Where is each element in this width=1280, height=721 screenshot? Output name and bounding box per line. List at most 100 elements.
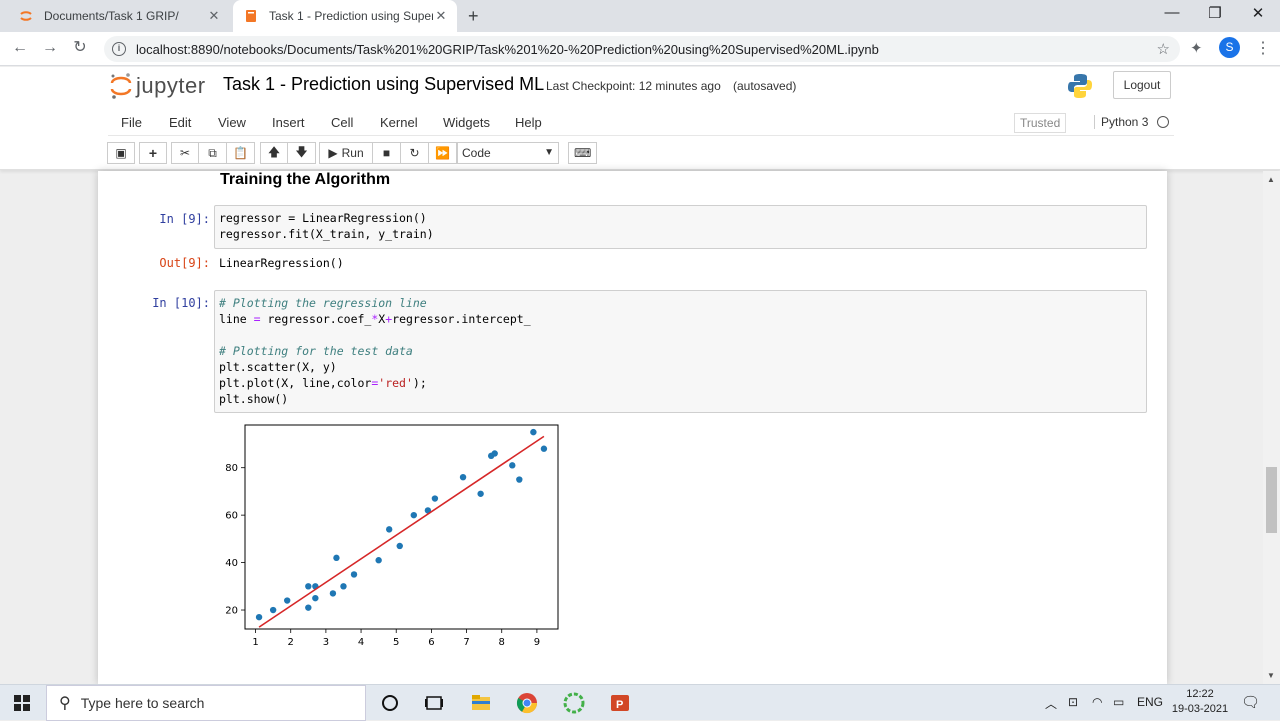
extensions-puzzle-icon[interactable]: ✦ (1190, 39, 1203, 57)
menu-kernel[interactable]: Kernel (380, 115, 418, 130)
forward-icon[interactable]: → (40, 38, 60, 58)
menu-widgets[interactable]: Widgets (443, 115, 490, 130)
taskbar-clock[interactable]: 12:22 19-03-2021 (1170, 687, 1230, 717)
powerpoint-icon[interactable]: P (608, 691, 632, 715)
tab-title: Task 1 - Prediction using Supervi (269, 9, 433, 23)
anaconda-icon[interactable] (562, 691, 586, 715)
scatter-point (509, 462, 516, 469)
menu-file[interactable]: File (121, 115, 142, 130)
x-tick-label: 6 (428, 637, 434, 648)
task-view-icon[interactable] (422, 691, 446, 715)
paste-icon[interactable]: 📋 (227, 142, 255, 164)
plot-axes-frame (244, 424, 559, 630)
scatter-point (375, 557, 382, 564)
x-tick-label: 7 (463, 637, 469, 648)
copy-icon[interactable]: ⧉ (199, 142, 227, 164)
jupyter-logo[interactable]: jupyter (110, 72, 206, 100)
cell10-input[interactable]: # Plotting the regression line line = re… (214, 290, 1147, 413)
scatter-point (340, 583, 347, 590)
tray-device-icon[interactable]: ⊡ (1068, 695, 1078, 709)
menu-help[interactable]: Help (515, 115, 542, 130)
search-placeholder: Type here to search (80, 695, 205, 711)
menu-edit[interactable]: Edit (169, 115, 191, 130)
menu-view[interactable]: View (218, 115, 246, 130)
command-palette-icon[interactable]: ⌨ (568, 142, 598, 164)
cortana-icon[interactable] (378, 691, 402, 715)
markdown-heading: Training the Algorithm (220, 171, 391, 188)
scatter-point (477, 490, 484, 497)
restart-run-all-icon[interactable]: ⏩ (429, 142, 457, 164)
taskbar-search-input[interactable]: ⚲ Type here to search (46, 685, 366, 721)
edit-group: ✂ ⧉ 📋 (171, 142, 255, 164)
restore-icon[interactable]: ❐ (1203, 4, 1227, 22)
code-line: regressor = LinearRegression() (219, 211, 427, 225)
scatter-point (410, 511, 418, 519)
scrollbar-thumb[interactable] (1266, 467, 1277, 533)
scatter-point (385, 526, 393, 533)
scroll-up-icon[interactable]: ▲ (1267, 175, 1275, 184)
chrome-icon[interactable] (515, 691, 539, 715)
cell-type-select[interactable]: Code ▼ (457, 142, 559, 164)
input-language[interactable]: ENG (1137, 695, 1163, 709)
reload-icon[interactable]: ↻ (70, 38, 90, 58)
scatter-point (269, 606, 277, 614)
x-tick-label: 8 (499, 637, 505, 648)
bookmark-star-icon[interactable]: ☆ (1157, 40, 1170, 58)
vertical-scrollbar[interactable]: ▲ ▼ (1263, 171, 1280, 684)
notebook-title[interactable]: Task 1 - Prediction using Supervised ML (223, 74, 544, 95)
run-button[interactable]: ▶ Run (319, 142, 373, 164)
scatter-point (530, 428, 537, 436)
cell9-out-prompt: Out[9]: (159, 256, 210, 270)
windows-start-icon[interactable] (14, 695, 30, 711)
regression-plot: 1 2 3 4 5 6 7 8 9 20 40 60 80 (225, 424, 559, 648)
tab-documents[interactable]: Documents/Task 1 GRIP/ ✕ (8, 0, 230, 32)
scroll-down-icon[interactable]: ▼ (1267, 671, 1275, 680)
notifications-icon[interactable]: 🗨 (1241, 693, 1260, 711)
tray-chevron-up-icon[interactable]: ︿ (1045, 695, 1057, 712)
jupyter-wordmark: jupyter (136, 73, 206, 98)
back-icon[interactable]: ← (10, 38, 30, 58)
restart-icon[interactable]: ↻ (401, 142, 429, 164)
interrupt-icon[interactable]: ■ (373, 142, 401, 164)
jupyter-menubar: File Edit View Insert Cell Kernel Widget… (108, 110, 1174, 136)
cell-type-value: Code (462, 146, 491, 160)
profile-avatar[interactable]: S (1219, 37, 1240, 58)
cut-icon[interactable]: ✂ (171, 142, 199, 164)
address-bar[interactable]: i localhost:8890/notebooks/Documents/Tas… (104, 36, 1180, 62)
tab-title: Documents/Task 1 GRIP/ (44, 9, 179, 23)
close-icon[interactable]: ✕ (206, 8, 222, 24)
kernel-idle-icon (1157, 116, 1169, 128)
move-up-icon[interactable]: 🡅 (260, 142, 288, 164)
code-comment: # Plotting the regression line (219, 296, 427, 310)
menu-insert[interactable]: Insert (272, 115, 305, 130)
jupyter-mark-icon (110, 73, 132, 99)
menu-cell[interactable]: Cell (331, 115, 353, 130)
close-icon[interactable]: ✕ (433, 8, 449, 24)
cell9-input[interactable]: regressor = LinearRegression() regressor… (214, 205, 1147, 249)
battery-icon[interactable]: ▭ (1113, 695, 1124, 709)
site-info-icon[interactable]: i (112, 42, 126, 56)
trusted-badge[interactable]: Trusted (1014, 113, 1067, 133)
new-tab-icon[interactable]: + (468, 6, 479, 27)
cell9-in-prompt: In [9]: (159, 212, 210, 226)
scatter-point (350, 571, 358, 578)
file-explorer-icon[interactable] (469, 691, 493, 715)
wifi-icon[interactable]: ◠ (1092, 695, 1102, 709)
scatter-point (305, 583, 312, 590)
scatter-point (305, 604, 312, 611)
save-icon[interactable]: ▣ (107, 142, 135, 164)
minimize-icon[interactable]: — (1160, 4, 1184, 21)
tab-notebook[interactable]: Task 1 - Prediction using Supervi ✕ (233, 0, 457, 32)
code-line: plt.show() (219, 392, 289, 406)
x-tick-label: 1 (252, 637, 258, 648)
python-logo-icon (1068, 74, 1092, 98)
move-down-icon[interactable]: 🡇 (288, 142, 316, 164)
insert-cell-icon[interactable]: + (139, 142, 167, 164)
jupyter-favicon-icon (20, 11, 32, 21)
scatter-point (516, 476, 523, 483)
browser-menu-icon[interactable]: ⋮ (1255, 38, 1271, 58)
window-close-icon[interactable]: ✕ (1246, 4, 1270, 22)
insert-group: + (139, 142, 167, 164)
logout-button[interactable]: Logout (1113, 71, 1171, 99)
